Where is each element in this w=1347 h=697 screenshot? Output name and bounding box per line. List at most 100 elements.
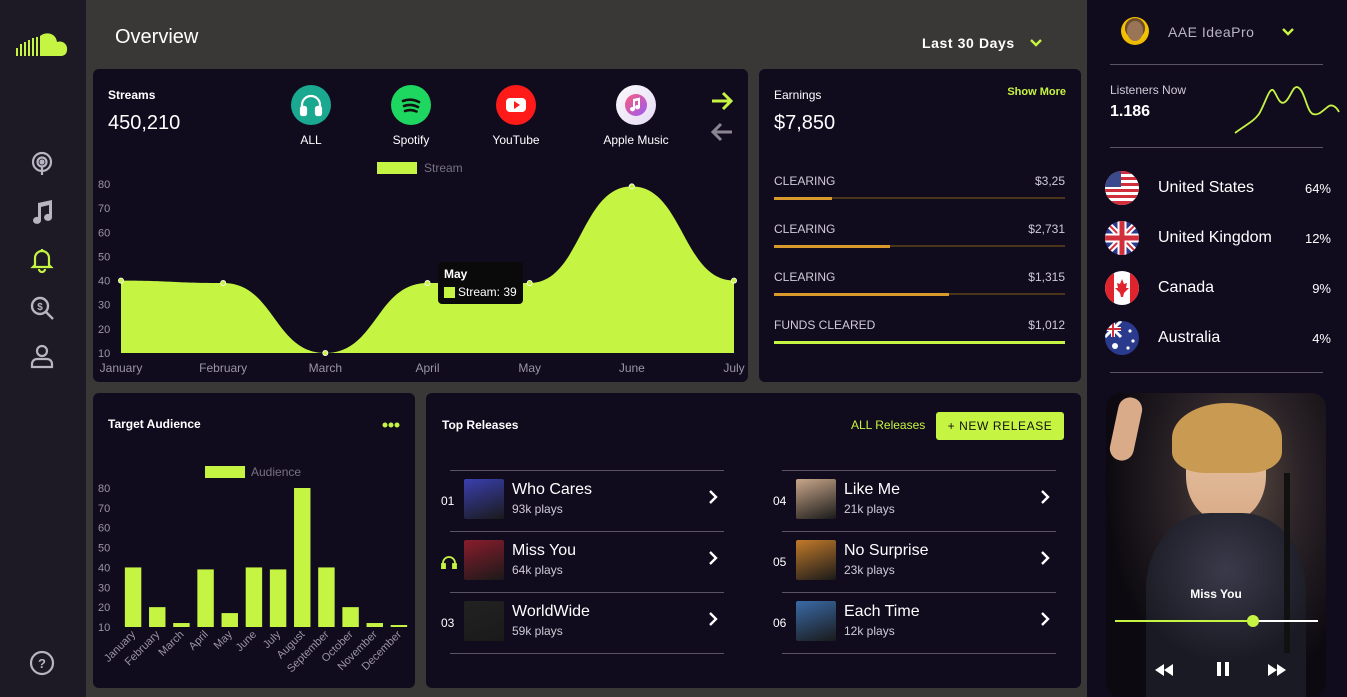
audience-bar[interactable] bbox=[149, 607, 166, 627]
y-tick-label: 60 bbox=[98, 227, 110, 239]
release-plays: 59k plays bbox=[512, 624, 563, 638]
audience-bar[interactable] bbox=[124, 567, 142, 627]
avatar[interactable] bbox=[1121, 17, 1149, 45]
release-plays: 21k plays bbox=[844, 502, 895, 516]
canada-flag-icon bbox=[1105, 271, 1139, 305]
stream-data-point[interactable] bbox=[424, 279, 431, 286]
uk-flag-icon bbox=[1105, 221, 1139, 255]
country-name: Australia bbox=[1158, 329, 1221, 346]
x-tick-label: April bbox=[415, 361, 439, 375]
audience-chart: Audience1020304050607080JanuaryFebruaryM… bbox=[98, 465, 408, 675]
player-seek-fill bbox=[1115, 620, 1254, 622]
all-releases-link[interactable]: ALL Releases bbox=[851, 418, 925, 432]
tooltip-value: Stream: 39 bbox=[458, 285, 517, 299]
audience-bar[interactable] bbox=[294, 488, 311, 627]
us-flag-icon bbox=[1105, 171, 1139, 205]
chevron-right-icon[interactable] bbox=[708, 550, 718, 571]
x-tick-label: June bbox=[619, 361, 645, 375]
fast-forward-icon[interactable] bbox=[1266, 663, 1288, 677]
stream-data-point[interactable] bbox=[117, 277, 124, 284]
now-playing-headphones-icon bbox=[441, 555, 461, 572]
date-range-select[interactable]: Last 30 Days bbox=[922, 35, 1043, 51]
chevron-right-icon[interactable] bbox=[1040, 489, 1050, 510]
chevron-down-icon[interactable] bbox=[1281, 27, 1295, 37]
y-tick-label: 60 bbox=[98, 523, 110, 535]
chevron-right-icon[interactable] bbox=[1040, 611, 1050, 632]
country-row: Canada 9% bbox=[1105, 270, 1331, 306]
streams-card: Streams 450,210 ALL Spotify YouTube Appl… bbox=[93, 69, 748, 382]
earnings-progress-track bbox=[774, 340, 1065, 344]
music-note-icon[interactable] bbox=[28, 198, 56, 226]
soundcloud-logo-icon[interactable] bbox=[16, 32, 68, 60]
audience-bar[interactable] bbox=[221, 613, 238, 627]
top-releases-card: Top Releases ALL Releases + NEW RELEASE … bbox=[426, 393, 1081, 688]
release-cover bbox=[464, 540, 504, 580]
y-tick-label: 70 bbox=[98, 203, 110, 215]
audience-bar[interactable] bbox=[173, 623, 190, 627]
release-item[interactable]: 01 Who Cares 93k plays bbox=[441, 470, 724, 530]
new-release-button[interactable]: + NEW RELEASE bbox=[936, 412, 1064, 440]
show-more-link[interactable]: Show More bbox=[1007, 86, 1066, 98]
country-row: United Kingdom 12% bbox=[1105, 220, 1331, 256]
release-cover bbox=[464, 479, 504, 519]
listeners-sparkline bbox=[1234, 86, 1340, 134]
earnings-total: $7,850 bbox=[774, 112, 836, 134]
audience-bar[interactable] bbox=[245, 567, 263, 627]
legend-swatch bbox=[205, 466, 245, 478]
x-tick-label: March bbox=[156, 629, 186, 659]
audience-bar[interactable] bbox=[342, 607, 359, 627]
release-item[interactable]: 03 WorldWide 59k plays bbox=[441, 592, 724, 654]
page-title: Overview bbox=[115, 26, 199, 48]
player-seek-handle[interactable] bbox=[1247, 615, 1260, 627]
earnings-row-label: CLEARING bbox=[774, 270, 836, 284]
user-icon[interactable] bbox=[28, 342, 56, 370]
release-rank: 06 bbox=[773, 616, 787, 630]
player-track-title: Miss You bbox=[1190, 587, 1242, 601]
target-audience-card: Target Audience Audience 10 20 30 40 50 60 70 80… bbox=[93, 393, 415, 688]
release-item[interactable]: Miss You 64k plays bbox=[441, 531, 724, 591]
chart-tooltip: May Stream: 39 bbox=[438, 262, 523, 304]
stream-data-point[interactable] bbox=[322, 349, 329, 356]
podcast-icon[interactable] bbox=[28, 150, 56, 178]
date-range-label: Last 30 Days bbox=[922, 35, 1015, 51]
earnings-row-amount: $1,315 bbox=[1028, 270, 1065, 284]
y-tick-label: 30 bbox=[98, 300, 110, 312]
release-rank: 03 bbox=[441, 616, 455, 630]
release-rank: 01 bbox=[441, 494, 455, 508]
audience-bar[interactable] bbox=[390, 625, 408, 627]
rewind-icon[interactable] bbox=[1153, 663, 1175, 677]
release-plays: 64k plays bbox=[512, 563, 563, 577]
x-tick-label: February bbox=[199, 361, 247, 375]
country-percent: 4% bbox=[1312, 330, 1331, 346]
audience-bar[interactable] bbox=[318, 567, 335, 627]
earnings-row-label: CLEARING bbox=[774, 222, 836, 236]
search-dollar-icon[interactable]: $ bbox=[28, 294, 56, 322]
y-tick-label: 70 bbox=[98, 503, 110, 515]
help-icon[interactable]: ? bbox=[28, 649, 56, 677]
earnings-progress-fill bbox=[774, 196, 833, 200]
country-name: United Kingdom bbox=[1158, 229, 1272, 246]
profile-name[interactable]: AAE IdeaPro bbox=[1168, 24, 1254, 40]
stream-data-point[interactable] bbox=[731, 277, 738, 284]
audience-bar[interactable] bbox=[269, 569, 287, 627]
legend-label: Audience bbox=[251, 465, 301, 479]
stream-data-point[interactable] bbox=[526, 279, 533, 286]
y-tick-label: 40 bbox=[98, 562, 110, 574]
svg-text:?: ? bbox=[38, 656, 46, 671]
bell-icon[interactable] bbox=[28, 246, 56, 274]
audience-bar[interactable] bbox=[197, 569, 214, 627]
release-item[interactable]: 04 Like Me 21k plays bbox=[773, 470, 1056, 530]
chevron-right-icon[interactable] bbox=[1040, 550, 1050, 571]
earnings-progress-fill bbox=[774, 244, 891, 248]
release-item[interactable]: 05 No Surprise 23k plays bbox=[773, 531, 1056, 591]
pause-icon[interactable] bbox=[1216, 661, 1230, 677]
stream-data-point[interactable] bbox=[220, 279, 227, 286]
release-item[interactable]: 06 Each Time 12k plays bbox=[773, 592, 1056, 654]
chevron-right-icon[interactable] bbox=[708, 489, 718, 510]
chevron-right-icon[interactable] bbox=[708, 611, 718, 632]
stream-data-point[interactable] bbox=[628, 183, 635, 190]
player-seek-track[interactable] bbox=[1115, 615, 1318, 627]
chart-legend: Stream bbox=[377, 161, 463, 175]
audience-bar[interactable] bbox=[366, 623, 383, 627]
sidebar: $ ? bbox=[0, 0, 86, 697]
